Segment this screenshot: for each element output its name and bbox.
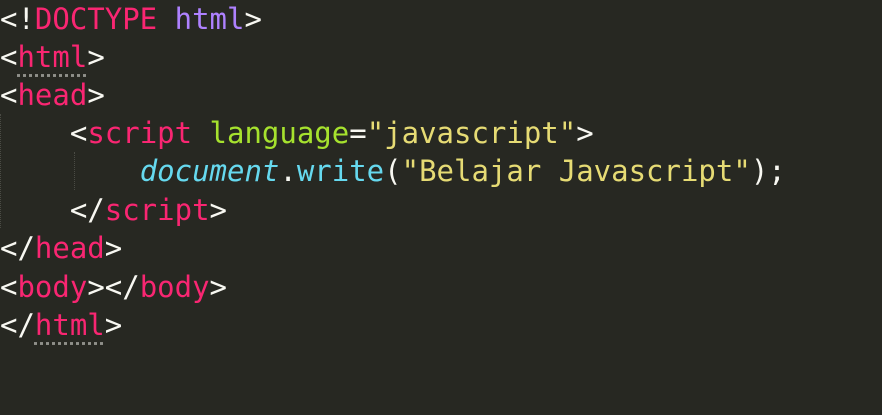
doctype-keyword: DOCTYPE	[34, 2, 158, 36]
html-tag-name: html	[17, 40, 88, 74]
doctype-open: <!	[0, 2, 35, 36]
close-paren-semicolon: );	[750, 154, 786, 188]
code-line-script-close: </script>	[0, 191, 227, 229]
angle-open-slash: </	[0, 231, 35, 265]
code-line-head-open: <head>	[0, 76, 105, 114]
angle-close: >	[209, 193, 227, 227]
script-tag-name: script	[87, 116, 193, 150]
angle-close: >	[87, 270, 105, 304]
head-tag-name: head	[17, 78, 88, 112]
equals-sign: =	[349, 116, 367, 150]
angle-open: <	[0, 78, 18, 112]
code-editor[interactable]: <!DOCTYPE html> <html> <head> <script la…	[0, 0, 882, 415]
document-object: document	[139, 154, 280, 188]
body-tag-name: body	[139, 270, 210, 304]
code-line-script-open: <script language="javascript">	[0, 114, 594, 152]
html-tag-name: html	[34, 308, 105, 342]
angle-open: <	[69, 116, 88, 150]
attribute-name: language	[209, 116, 350, 150]
code-line-document-write: document.write("Belajar Javascript");	[0, 152, 786, 190]
angle-close: >	[87, 78, 105, 112]
dot: .	[279, 154, 297, 188]
angle-open-slash: </	[69, 193, 105, 227]
angle-close: >	[104, 308, 123, 342]
angle-open-slash: </	[0, 308, 35, 342]
angle-open: <	[0, 270, 18, 304]
angle-close: >	[104, 231, 123, 265]
code-line-body: <body></body>	[0, 268, 227, 306]
code-line-head-close: </head>	[0, 229, 122, 267]
write-method: write	[296, 154, 385, 188]
angle-open-slash: </	[104, 270, 140, 304]
script-tag-name: script	[104, 193, 210, 227]
attribute-value: "javascript"	[366, 116, 577, 150]
open-paren: (	[384, 154, 402, 188]
doctype-close: >	[244, 2, 262, 36]
doctype-space	[157, 2, 174, 36]
code-line-html-close: </html>	[0, 306, 122, 344]
angle-close: >	[87, 40, 105, 74]
head-tag-name: head	[34, 231, 105, 265]
angle-close: >	[209, 270, 228, 304]
code-line-doctype: <!DOCTYPE html>	[0, 0, 262, 38]
doctype-html: html	[174, 2, 245, 36]
code-line-html-open: <html>	[0, 38, 105, 76]
angle-open: <	[0, 40, 18, 74]
body-tag-name: body	[17, 270, 88, 304]
string-argument: "Belajar Javascript"	[401, 154, 751, 188]
angle-close: >	[576, 116, 594, 150]
